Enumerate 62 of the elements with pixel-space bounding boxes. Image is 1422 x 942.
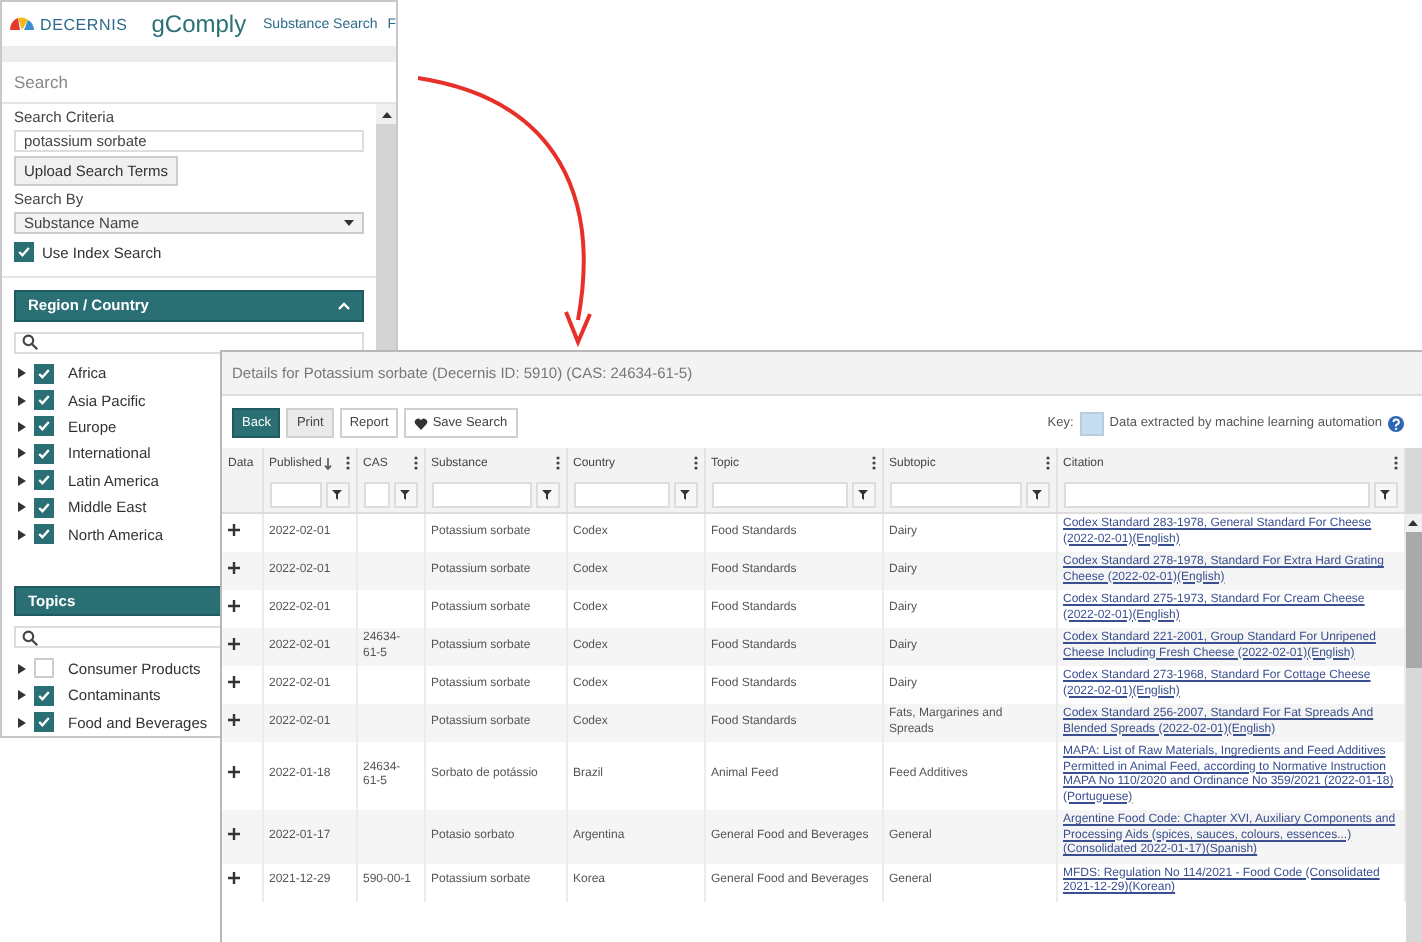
filter-icon: [1032, 490, 1042, 500]
filter-icon: [858, 490, 868, 500]
expand-triangle-icon[interactable]: [18, 368, 26, 379]
filter-field[interactable]: [1063, 482, 1369, 508]
product-name: gComply: [151, 10, 247, 38]
expand-icon[interactable]: [228, 561, 240, 574]
filter-button[interactable]: [325, 482, 349, 508]
logo-text: DECERNIS: [40, 15, 128, 33]
expand-icon[interactable]: [228, 637, 240, 650]
filter-button[interactable]: [535, 482, 559, 508]
expand-triangle-icon[interactable]: [18, 448, 26, 459]
filter-icon: [680, 490, 690, 500]
filter-button[interactable]: [1373, 482, 1397, 508]
checkbox[interactable]: [34, 443, 54, 464]
expand-icon[interactable]: [228, 713, 240, 726]
filter-icon: [400, 490, 410, 500]
expand-triangle-icon[interactable]: [18, 663, 26, 674]
heart-icon: [414, 417, 429, 429]
checkbox[interactable]: [34, 524, 54, 545]
expand-triangle-icon[interactable]: [18, 690, 26, 701]
filter-icon: [542, 490, 552, 500]
filter-field[interactable]: [269, 482, 321, 508]
filter-field[interactable]: [363, 482, 389, 508]
expand-icon[interactable]: [228, 827, 240, 839]
filter-field[interactable]: [711, 482, 847, 508]
help-icon[interactable]: [1388, 415, 1404, 431]
expand-triangle-icon[interactable]: [18, 502, 26, 513]
checkbox[interactable]: [14, 242, 34, 263]
checkbox[interactable]: [34, 685, 54, 706]
expand-icon[interactable]: [228, 675, 240, 688]
filter-icon: [332, 490, 342, 500]
checkbox[interactable]: [34, 390, 54, 411]
scroll-up-icon[interactable]: [1408, 520, 1419, 526]
filter-button[interactable]: [851, 482, 875, 508]
expand-icon[interactable]: [228, 872, 240, 885]
checkbox[interactable]: [34, 497, 54, 518]
expand-triangle-icon[interactable]: [18, 475, 26, 486]
expand-triangle-icon[interactable]: [18, 395, 26, 406]
checkbox[interactable]: [34, 363, 54, 384]
filter-field[interactable]: [431, 482, 531, 508]
logo-icon: [8, 16, 36, 32]
filter-button[interactable]: [673, 482, 697, 508]
filter-button[interactable]: [393, 482, 417, 508]
search-icon: [22, 629, 38, 646]
checkbox[interactable]: [34, 416, 54, 437]
filter-field[interactable]: [573, 482, 669, 508]
filter-icon: [1380, 490, 1390, 500]
key-swatch: [1079, 411, 1104, 435]
filter-field[interactable]: [889, 482, 1021, 508]
filter-button[interactable]: [1025, 482, 1049, 508]
caret-icon: [344, 220, 354, 227]
scroll-up-icon[interactable]: [381, 111, 391, 117]
search-icon: [22, 334, 38, 351]
checkbox[interactable]: [34, 712, 54, 733]
expand-icon[interactable]: [228, 766, 240, 779]
checkbox[interactable]: [34, 470, 54, 491]
expand-triangle-icon[interactable]: [18, 421, 26, 432]
expand-triangle-icon[interactable]: [18, 529, 26, 540]
panel-title: Search: [2, 62, 396, 104]
expand-triangle-icon[interactable]: [18, 717, 26, 728]
expand-icon[interactable]: [228, 523, 240, 536]
expand-icon[interactable]: [228, 599, 240, 612]
